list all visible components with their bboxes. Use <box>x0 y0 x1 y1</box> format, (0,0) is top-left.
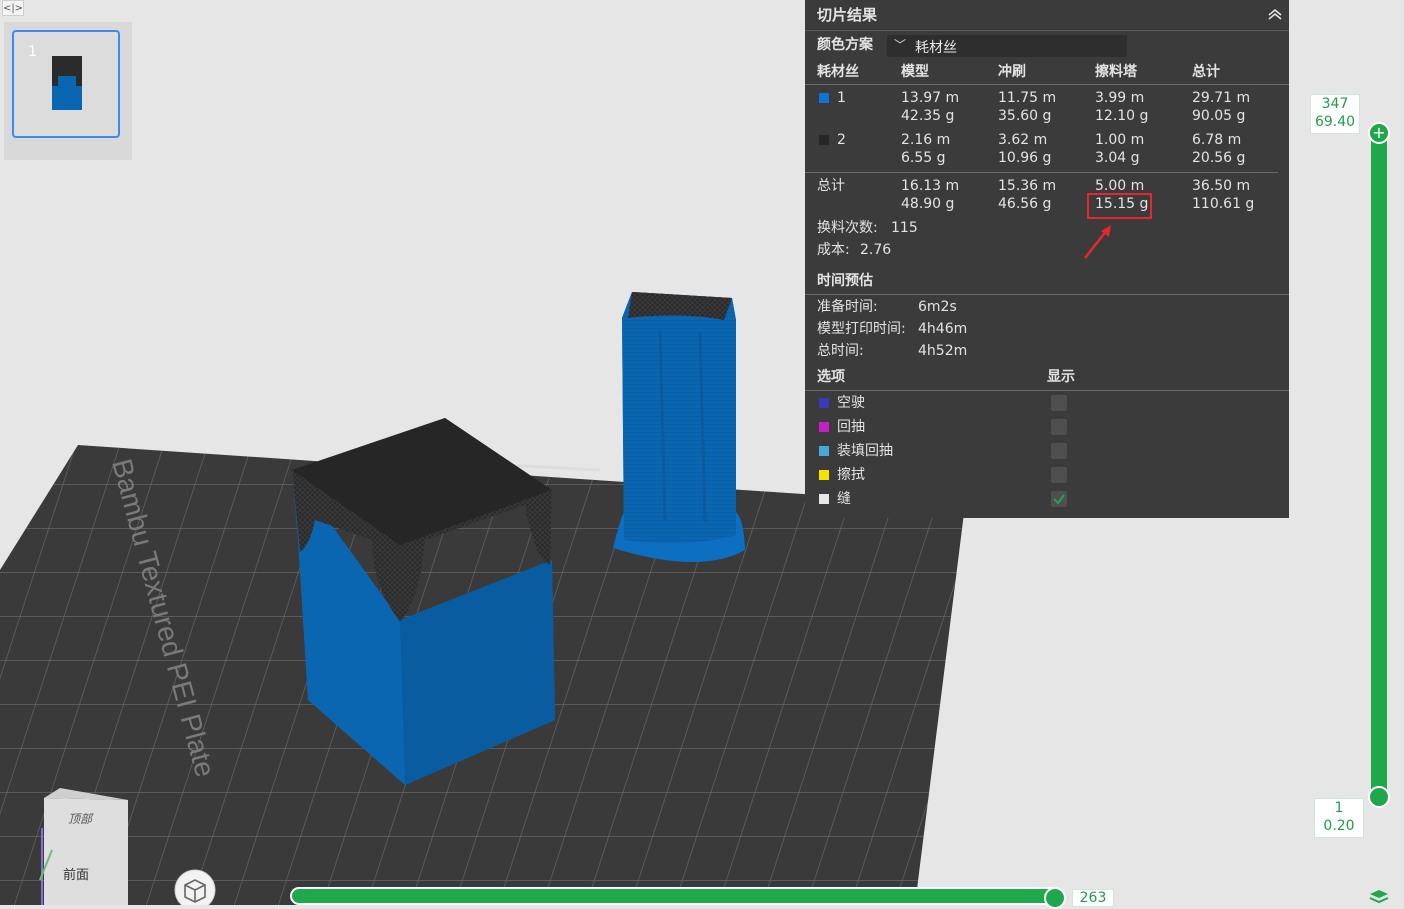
table-cell: 16.13 m <box>901 178 960 194</box>
option-deretract-checkbox[interactable] <box>1051 443 1067 459</box>
color-scheme-value: 耗材丝 <box>915 40 957 56</box>
option-wipe-label: 擦拭 <box>837 467 865 483</box>
bottom-layer-height: 0.20 <box>1323 818 1355 834</box>
deretract-swatch <box>819 446 829 456</box>
table-cell: 3.04 g <box>1095 150 1140 166</box>
move-slider-value: 263 <box>1072 889 1114 907</box>
filament-changes-value: 115 <box>891 220 918 236</box>
top-layer-height: 69.40 <box>1314 114 1356 130</box>
plate-number: 1 <box>28 44 37 60</box>
top-layer-label: 347 69.40 <box>1310 94 1360 134</box>
retract-swatch <box>819 422 829 432</box>
filament-2-name: 2 <box>837 132 846 148</box>
option-deretract-label: 装填回抽 <box>837 443 893 459</box>
table-cell: 46.56 g <box>998 196 1052 212</box>
filament-changes-label: 换料次数: <box>817 220 878 236</box>
model-time-label: 模型打印时间: <box>817 321 906 337</box>
model-time-value: 4h46m <box>918 321 968 337</box>
table-cell: 29.71 m <box>1192 90 1251 106</box>
highlight-box <box>1087 193 1152 219</box>
color-scheme-dropdown[interactable]: ﹀ 耗材丝 <box>887 35 1127 57</box>
prep-time-label: 准备时间: <box>817 299 878 315</box>
col-header-tower: 擦料塔 <box>1095 64 1137 80</box>
table-cell: 48.90 g <box>901 196 955 212</box>
view-cube-top-label: 顶部 <box>68 812 93 826</box>
table-cell: 6.55 g <box>901 150 946 166</box>
color-scheme-label: 颜色方案 <box>817 37 873 53</box>
layer-slider-track[interactable] <box>1371 130 1387 798</box>
filament-1-swatch <box>819 93 829 103</box>
col-header-model: 模型 <box>901 64 929 80</box>
checkmark-icon <box>1053 494 1065 505</box>
view-cube[interactable] <box>39 788 128 905</box>
total-time-label: 总时间: <box>817 343 864 359</box>
slice-result-panel: 切片结果 颜色方案 ﹀ 耗材丝 耗材丝 模型 冲刷 擦料塔 总计 1 13.97… <box>805 0 1289 518</box>
time-estimate-title: 时间预估 <box>817 273 873 289</box>
filament-2-swatch <box>819 135 829 145</box>
option-seam-label: 缝 <box>837 491 851 507</box>
table-cell: 12.10 g <box>1095 108 1149 124</box>
filament-1-name: 1 <box>837 90 846 106</box>
plus-icon: + <box>1372 123 1386 142</box>
layers-icon[interactable] <box>1368 888 1390 905</box>
prep-time-value: 6m2s <box>918 299 957 315</box>
wipe-swatch <box>819 470 829 480</box>
fit-view-icon[interactable] <box>174 869 216 905</box>
col-header-total: 总计 <box>1192 64 1220 80</box>
cost-label: 成本: <box>817 242 850 258</box>
collapse-panel-icon[interactable] <box>1267 6 1283 22</box>
total-time-value: 4h52m <box>918 343 968 359</box>
chevron-down-icon: ﹀ <box>894 38 907 52</box>
col-header-filament: 耗材丝 <box>817 64 859 80</box>
table-cell: 11.75 m <box>998 90 1057 106</box>
bottom-layer-label: 1 0.20 <box>1314 798 1364 838</box>
table-cell: 15.36 m <box>998 178 1057 194</box>
prime-tower[interactable] <box>613 292 745 563</box>
code-brackets-icon: <|> <box>2 2 24 14</box>
table-cell: 2.16 m <box>901 132 951 148</box>
totals-row-label: 总计 <box>817 178 845 194</box>
travel-swatch <box>819 398 829 408</box>
table-cell: 35.60 g <box>998 108 1052 124</box>
table-cell: 90.05 g <box>1192 108 1246 124</box>
options-header: 选项 <box>817 369 845 385</box>
table-cell: 42.35 g <box>901 108 955 124</box>
seam-swatch <box>819 494 829 504</box>
option-retract-checkbox[interactable] <box>1051 419 1067 435</box>
table-cell: 13.97 m <box>901 90 960 106</box>
layer-slider-bottom-handle[interactable] <box>1368 786 1390 808</box>
option-retract-label: 回抽 <box>837 419 865 435</box>
bottom-layer-number: 1 <box>1334 800 1344 816</box>
option-travel-checkbox[interactable] <box>1051 395 1067 411</box>
collapse-sidebar-button[interactable]: <|> <box>2 0 24 16</box>
panel-title: 切片结果 <box>817 6 878 24</box>
col-header-flush: 冲刷 <box>998 64 1026 80</box>
view-cube-front-label: 前面 <box>63 868 90 883</box>
move-slider-track[interactable] <box>290 887 1064 905</box>
option-wipe-checkbox[interactable] <box>1051 467 1067 483</box>
table-cell: 6.78 m <box>1192 132 1242 148</box>
table-cell: 110.61 g <box>1192 196 1255 212</box>
top-layer-number: 347 <box>1321 96 1349 112</box>
table-cell: 10.96 g <box>998 150 1052 166</box>
table-cell: 3.99 m <box>1095 90 1145 106</box>
table-cell: 3.62 m <box>998 132 1048 148</box>
cost-value: 2.76 <box>860 242 892 258</box>
move-slider-handle[interactable] <box>1044 887 1066 909</box>
option-travel-label: 空驶 <box>837 395 865 411</box>
annotation-arrow-icon <box>1084 225 1111 259</box>
table-cell: 36.50 m <box>1192 178 1251 194</box>
display-header: 显示 <box>1047 369 1075 385</box>
layer-slider-top-handle[interactable]: + <box>1368 122 1390 144</box>
table-cell: 1.00 m <box>1095 132 1145 148</box>
table-cell: 20.56 g <box>1192 150 1246 166</box>
option-seam-checkbox[interactable] <box>1051 491 1067 507</box>
